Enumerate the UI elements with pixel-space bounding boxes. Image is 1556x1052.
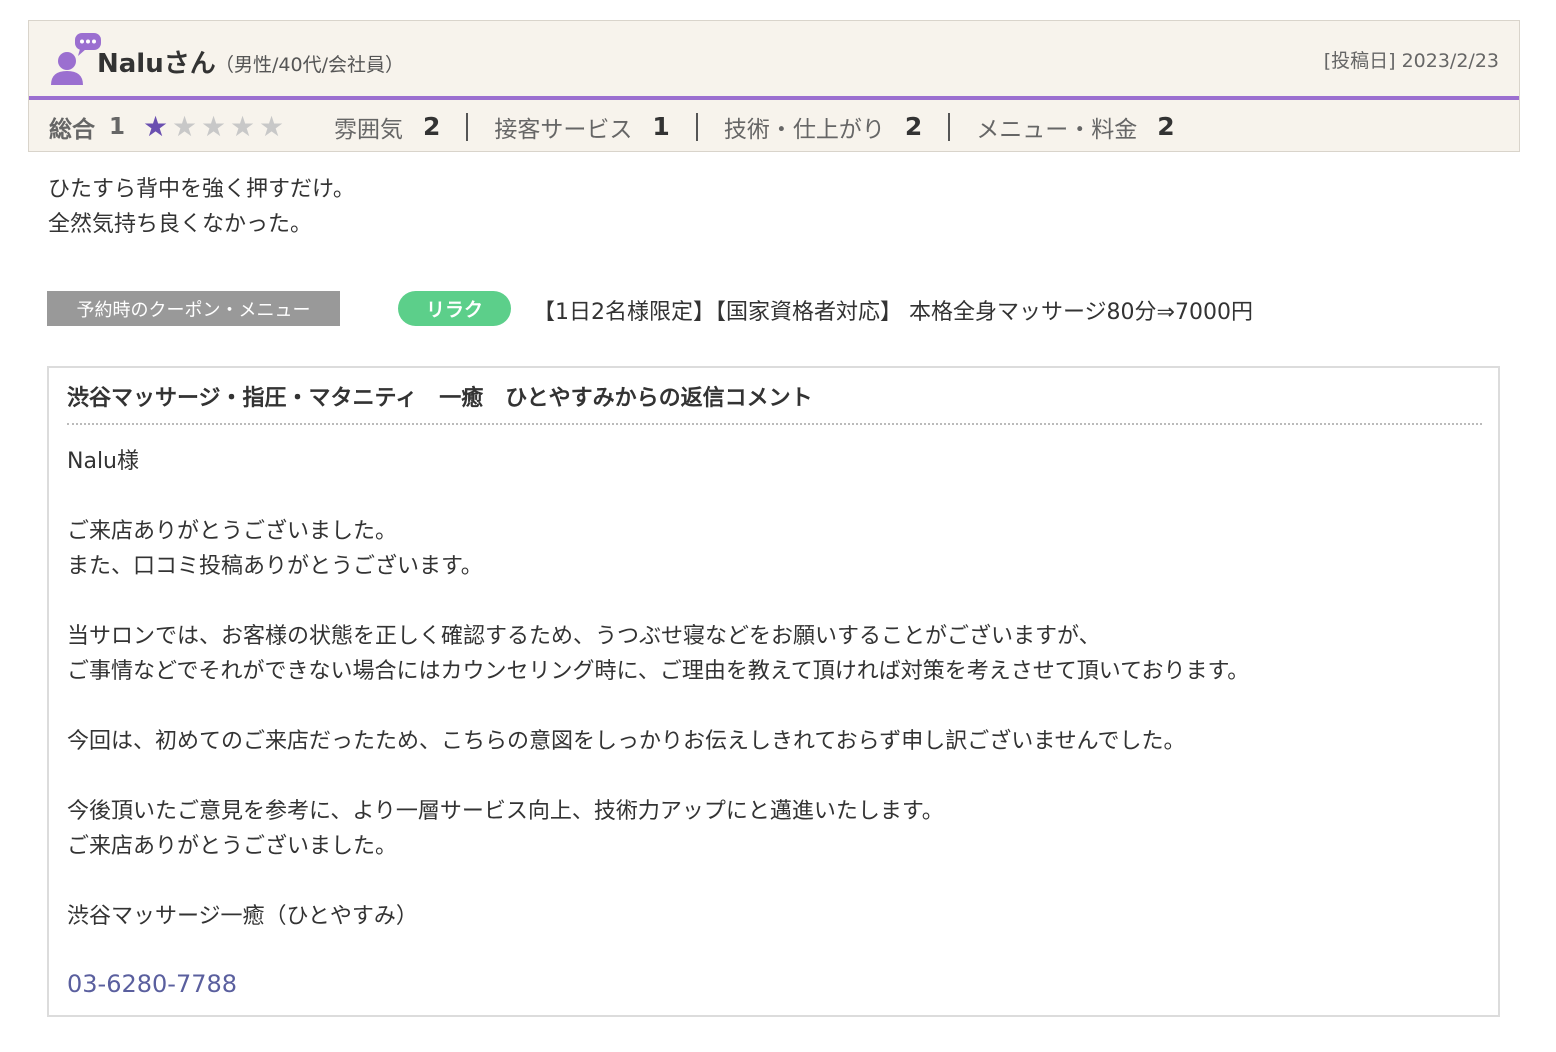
rating-label: 接客サービス	[494, 116, 633, 143]
reply-line	[67, 479, 1249, 514]
rating-value: 2	[1157, 112, 1175, 141]
post-date: [投稿日] 2023/2/23	[1323, 50, 1499, 72]
star-icon: ★	[200, 109, 227, 143]
separator	[466, 112, 469, 141]
separator	[948, 112, 951, 141]
reply-line: ご事情などでそれができない場合にはカウンセリング時に、ご理由を教えて頂ければ対策…	[67, 659, 1250, 684]
rating-value: 1	[652, 112, 670, 141]
reply-line	[67, 759, 1249, 794]
star-icon: ★	[142, 109, 169, 143]
reply-line: 当サロンでは、お客様の状態を正しく確認するため、うつぶせ寝などをお願いすることが…	[67, 624, 1101, 649]
reply-line: ご来店ありがとうございました。	[67, 834, 398, 859]
rating-service: 接客サービス 1	[494, 110, 669, 144]
coupon-row: 予約時のクーポン・メニュー リラク 【1日2名様限定】【国家資格者対応】 本格全…	[47, 291, 1447, 326]
star-rating: ★ ★ ★ ★ ★	[141, 109, 286, 143]
rating-atmosphere: 雰囲気 2	[334, 110, 440, 144]
reply-line	[67, 864, 1249, 899]
overall-label: 総合	[49, 116, 95, 143]
reply-line: 今後頂いたご意見を参考に、より一層サービス向上、技術力アップにと邁進いたします。	[67, 799, 944, 824]
relax-badge: リラク	[398, 291, 511, 326]
star-icon: ★	[171, 109, 198, 143]
reviewer-attributes: （男性/40代/会社員）	[215, 54, 404, 76]
rating-label: 雰囲気	[334, 116, 404, 143]
review-line: ひたすら背中を強く押すだけ。	[48, 177, 355, 202]
coupon-menu-text: 【1日2名様限定】【国家資格者対応】 本格全身マッサージ80分⇒7000円	[533, 300, 1253, 325]
review-body: ひたすら背中を強く押すだけ。 全然気持ち良くなかった。	[48, 172, 355, 242]
star-icon: ★	[258, 109, 285, 143]
reply-line: 今回は、初めてのご来店だったため、こちらの意図をしっかりお伝えしきれておらず申し…	[67, 729, 1186, 754]
reply-line: また、口コミ投稿ありがとうございます。	[67, 554, 483, 579]
salon-reply-box: 渋谷マッサージ・指圧・マタニティ 一癒 ひとやすみからの返信コメント Nalu様…	[47, 366, 1500, 1017]
reviewer-name: Naluさん	[97, 49, 216, 79]
rating-menu-price: メニュー・料金 2	[976, 110, 1174, 144]
rating-value: 2	[904, 112, 923, 141]
reply-line	[67, 689, 1249, 724]
reply-text: Nalu様 ご来店ありがとうございました。 また、口コミ投稿ありがとうございます…	[67, 444, 1249, 934]
review-header: Naluさん （男性/40代/会社員） [投稿日] 2023/2/23 総合 1…	[28, 20, 1520, 152]
reply-title: 渋谷マッサージ・指圧・マタニティ 一癒 ひとやすみからの返信コメント	[67, 386, 813, 411]
rating-value: 2	[423, 112, 441, 141]
reply-line	[67, 584, 1249, 619]
reply-line: ご来店ありがとうございました。	[67, 519, 398, 544]
review-line: 全然気持ち良くなかった。	[48, 212, 313, 237]
coupon-label: 予約時のクーポン・メニュー	[47, 291, 340, 326]
star-icon: ★	[229, 109, 256, 143]
reply-line: Nalu様	[67, 449, 139, 474]
reply-divider	[67, 423, 1482, 425]
rating-row: 総合 1 ★ ★ ★ ★ ★ 雰囲気 2 接客サービス 1 技術・仕上がり 2 …	[29, 101, 1519, 152]
phone-link[interactable]: 03-6280-7788	[67, 970, 237, 998]
rating-label: 技術・仕上がり	[723, 116, 885, 143]
overall-value: 1	[109, 113, 126, 140]
separator	[695, 112, 698, 141]
reviewer-row: Naluさん （男性/40代/会社員） [投稿日] 2023/2/23	[29, 21, 1519, 97]
header-divider	[29, 96, 1519, 100]
rating-label: メニュー・料金	[976, 116, 1138, 143]
reply-line: 渋谷マッサージ一癒（ひとやすみ）	[67, 904, 418, 929]
rating-technique: 技術・仕上がり 2	[724, 110, 922, 144]
